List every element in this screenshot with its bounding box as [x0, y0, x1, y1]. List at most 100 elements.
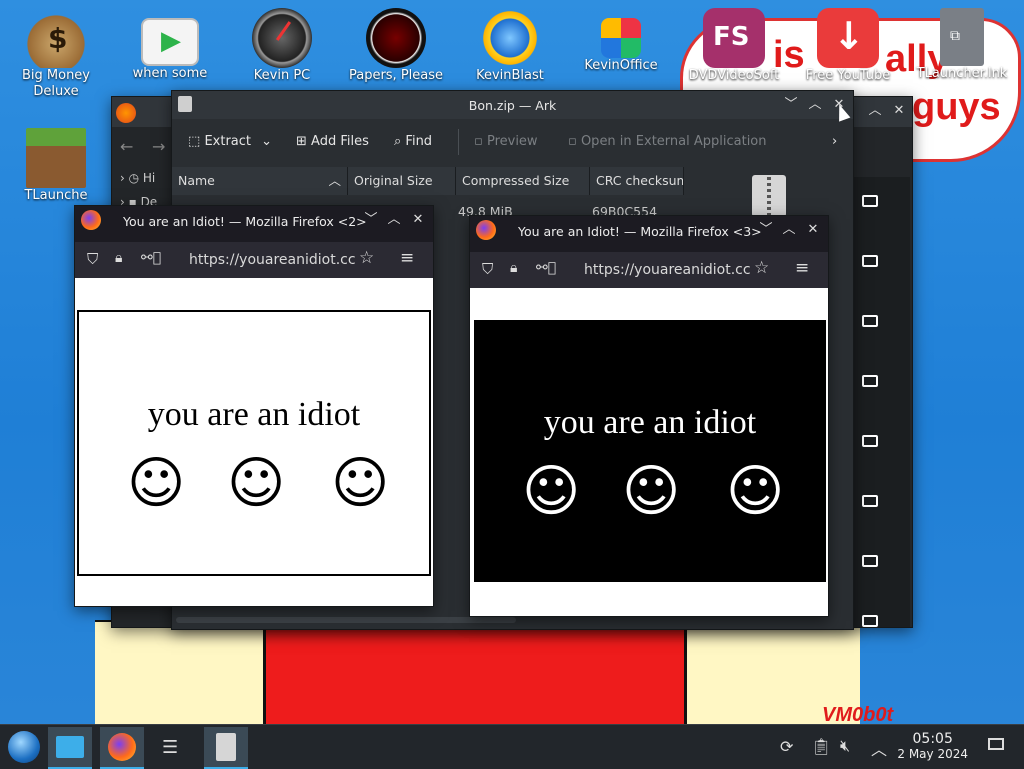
- taskbar-item-settings[interactable]: ☰: [152, 727, 196, 767]
- open-external-button[interactable]: ▫ Open in External Application: [568, 125, 767, 159]
- desktop-icon-papers-please[interactable]: Papers, Please: [346, 8, 446, 84]
- folder-icon[interactable]: [862, 315, 878, 327]
- folder-icon[interactable]: [862, 375, 878, 387]
- close-button[interactable]: ✕: [804, 221, 822, 239]
- desktop-icon-kevinoffice[interactable]: KevinOffice: [571, 8, 671, 74]
- lock-icon[interactable]: 🔒︎: [115, 250, 122, 266]
- find-button[interactable]: ⌕ Find: [394, 125, 432, 159]
- download-icon: ↓: [817, 8, 879, 68]
- chevron-right-icon[interactable]: ›: [832, 125, 837, 159]
- minecraft-block-icon: [26, 128, 86, 188]
- close-button[interactable]: ✕: [409, 211, 427, 229]
- column-header-crc[interactable]: CRC checksum: [590, 167, 684, 195]
- bookmark-star-icon[interactable]: ☆: [359, 248, 374, 268]
- wallpaper-line: [263, 620, 266, 725]
- minimize-button[interactable]: ﹀: [782, 96, 800, 114]
- lock-icon[interactable]: 🔒︎: [510, 260, 517, 276]
- show-desktop-icon[interactable]: [988, 738, 1004, 750]
- idiot-text: you are an idiot: [147, 396, 361, 433]
- minimize-button[interactable]: ﹀: [362, 211, 380, 229]
- idiot-banner[interactable]: you are an idiot ☺ ☺ ☺: [474, 320, 826, 582]
- sidebar-item-history[interactable]: › ◷ Hi: [120, 171, 155, 185]
- preview-button[interactable]: ▫ Preview: [474, 125, 538, 159]
- url-text[interactable]: https://youareanidiot.cc: [584, 262, 754, 278]
- folder-icon[interactable]: [862, 255, 878, 267]
- close-button[interactable]: ✕: [890, 102, 908, 120]
- url-bar[interactable]: ⛉ 🔒︎ ⚯⃠ https://youareanidiot.cc ☆ ≡: [470, 252, 828, 288]
- update-icon[interactable]: ⟳: [780, 737, 793, 756]
- bubble-word: guys: [912, 86, 1001, 128]
- horizontal-scrollbar[interactable]: [176, 617, 516, 623]
- folder-icon[interactable]: [862, 435, 878, 447]
- desktop-icon-big-money[interactable]: $ Big Money Deluxe: [6, 8, 106, 100]
- permissions-icon[interactable]: ⚯⃠: [536, 260, 556, 276]
- wallpaper-art-red: [265, 620, 685, 730]
- desktop-icon-label: when some: [132, 66, 208, 81]
- taskbar-item-ark[interactable]: [204, 727, 248, 769]
- folder-icon[interactable]: [862, 555, 878, 567]
- open-external-icon: ▫: [568, 134, 577, 149]
- desktop-icon-label: KevinBlast: [476, 68, 544, 83]
- firefox-window-2: You are an Idiot! — Mozilla Firefox <2> …: [74, 205, 434, 607]
- fs-badge: FS: [713, 22, 750, 52]
- desktop-icon-kevinblast[interactable]: KevinBlast: [460, 8, 560, 84]
- chevron-down-icon[interactable]: ⌄: [261, 134, 272, 149]
- extract-button[interactable]: ⬚ Extract ⌄: [188, 125, 272, 159]
- forward-icon[interactable]: →: [152, 137, 165, 156]
- desktop-icon-label: TLauncher.lnk: [916, 66, 1008, 81]
- shield-icon[interactable]: ⛉: [87, 250, 98, 268]
- menu-icon[interactable]: ≡: [400, 248, 414, 268]
- column-label: CRC checksum: [596, 173, 684, 188]
- taskbar-item-dolphin[interactable]: [48, 727, 92, 769]
- desktop-icon-when-some[interactable]: ▶ when some: [120, 8, 220, 82]
- clock[interactable]: 05:05 2 May 2024: [897, 731, 968, 761]
- column-header-name[interactable]: Name ︿: [172, 167, 348, 195]
- url-text[interactable]: https://youareanidiot.cc: [189, 252, 359, 268]
- idiot-text: you are an idiot: [543, 404, 757, 441]
- folder-icon[interactable]: [862, 195, 878, 207]
- start-button[interactable]: [2, 727, 46, 767]
- toolbar-divider: [458, 129, 459, 155]
- chevron-up-icon[interactable]: ︿: [871, 736, 887, 760]
- column-label: Original Size: [354, 173, 433, 188]
- permissions-icon[interactable]: ⚯⃠: [141, 250, 161, 266]
- smiley-icon: ☺: [331, 451, 390, 516]
- column-label: Compressed Size: [462, 173, 570, 188]
- taskbar-item-firefox[interactable]: [100, 727, 144, 769]
- file-icon: ⧉: [940, 8, 984, 66]
- maximize-button[interactable]: ︿: [806, 96, 824, 114]
- folder-icon[interactable]: [862, 615, 878, 627]
- maximize-button[interactable]: ︿: [385, 211, 403, 229]
- maximize-button[interactable]: ︿: [780, 221, 798, 239]
- desktop-icon-kevin-pc[interactable]: Kevin PC: [232, 8, 332, 84]
- smiley-icon: ☺: [726, 459, 785, 524]
- extract-label: Extract: [204, 134, 251, 149]
- minimize-button[interactable]: ﹀: [757, 221, 775, 239]
- shield-icon[interactable]: ⛉: [482, 260, 493, 278]
- firefox-icon: [81, 210, 101, 230]
- maximize-button[interactable]: ︿: [866, 102, 884, 120]
- desktop-icon-tlauncher-lnk[interactable]: ⧉ TLauncher.lnk: [912, 8, 1012, 82]
- menu-icon[interactable]: ≡: [795, 258, 809, 278]
- url-bar[interactable]: ⛉ 🔒︎ ⚯⃠ https://youareanidiot.cc ☆ ≡: [75, 242, 433, 278]
- desktop-icon-free-youtube[interactable]: ↓ Free YouTube: [798, 8, 898, 84]
- clipboard-icon[interactable]: 📋︎: [811, 737, 831, 756]
- smiley-icon: ☺: [127, 451, 186, 516]
- wallpaper-art-left: [95, 620, 265, 732]
- preview-label: Preview: [486, 134, 538, 149]
- idiot-banner[interactable]: you are an idiot ☺ ☺ ☺: [77, 310, 431, 576]
- firefox-icon: [108, 733, 136, 761]
- windows-logo-icon: [8, 731, 40, 763]
- desktop-icon-dvdvideosoft[interactable]: FS DVDVideoSoft: [684, 8, 784, 84]
- back-icon[interactable]: ←: [120, 137, 133, 156]
- desktop-icon-tlauncher[interactable]: TLaunche: [6, 128, 106, 204]
- add-files-button[interactable]: ⊞ Add Files: [296, 125, 369, 159]
- column-header-original-size[interactable]: Original Size: [348, 167, 456, 195]
- office-icon: [601, 18, 641, 58]
- volume-muted-icon[interactable]: 🔇︎: [840, 736, 850, 756]
- folder-icon[interactable]: [862, 495, 878, 507]
- wallpaper-line: [684, 620, 687, 725]
- money-bag-icon: $: [26, 8, 86, 68]
- column-header-compressed-size[interactable]: Compressed Size: [456, 167, 590, 195]
- bookmark-star-icon[interactable]: ☆: [754, 258, 769, 278]
